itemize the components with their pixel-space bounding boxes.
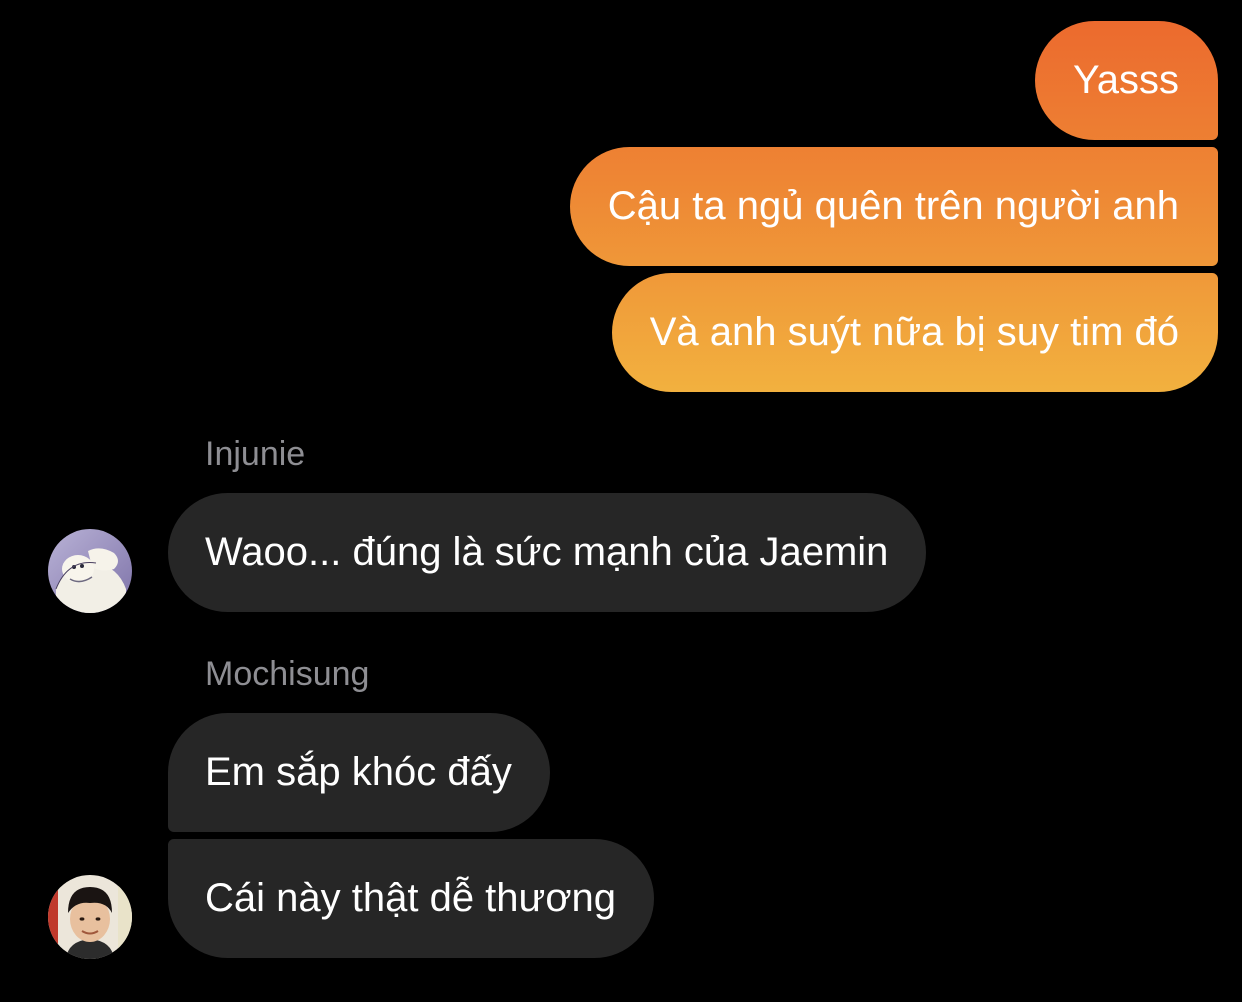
outgoing-message-bubble[interactable]: Và anh suýt nữa bị suy tim đó	[611, 273, 1218, 392]
boy-photo-avatar-icon[interactable]	[48, 875, 132, 959]
moomin-avatar-icon[interactable]	[48, 529, 132, 613]
incoming-message-bubble[interactable]: Cái này thật dễ thương	[168, 839, 655, 958]
sender-name: Injunie	[205, 435, 306, 473]
outgoing-message-bubble[interactable]: Yasss	[1035, 21, 1218, 140]
outgoing-message-bubble[interactable]: Cậu ta ngủ quên trên người anh	[569, 147, 1218, 266]
incoming-message-bubble[interactable]: Waoo... đúng là sức mạnh của Jaemin	[168, 493, 927, 612]
incoming-message-bubble[interactable]: Em sắp khóc đấy	[168, 713, 550, 832]
sender-name: Mochisung	[205, 655, 370, 693]
